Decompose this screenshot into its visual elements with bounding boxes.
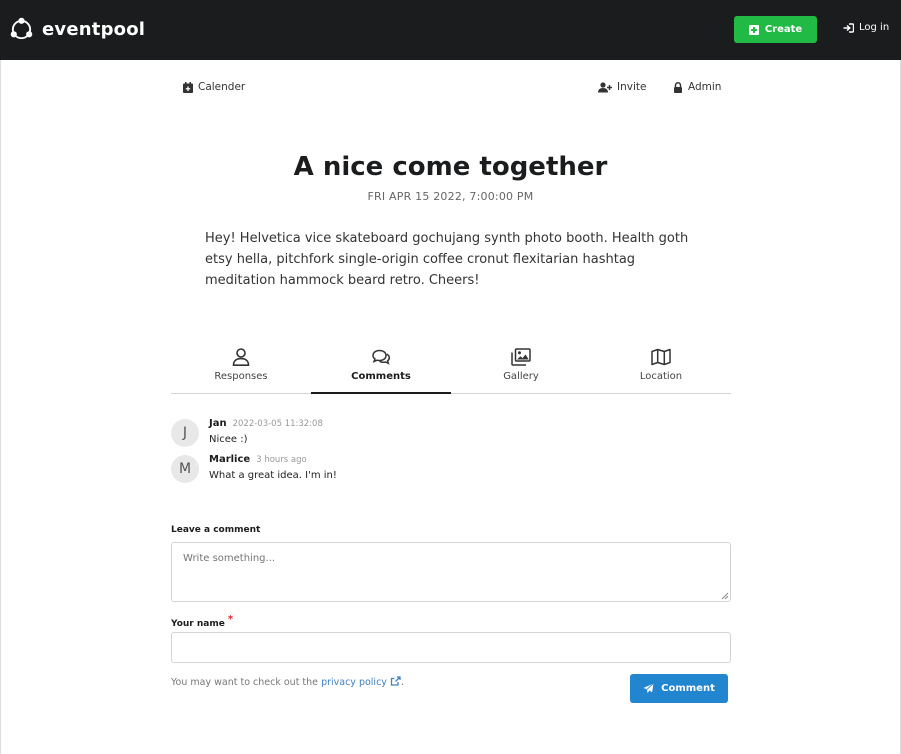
top-navbar: eventpool Create Log in: [0, 0, 901, 60]
map-icon: [651, 348, 671, 366]
brand-link[interactable]: eventpool: [9, 17, 145, 42]
privacy-policy-link-label: privacy policy: [321, 677, 387, 688]
sign-in-icon: [843, 22, 854, 33]
comments-icon: [372, 349, 391, 365]
admin-link[interactable]: Admin: [673, 81, 721, 93]
comment-author[interactable]: Jan: [209, 418, 227, 429]
resize-grip-icon[interactable]: [719, 590, 729, 600]
plus-square-icon: [748, 24, 759, 35]
privacy-policy-link[interactable]: privacy policy: [321, 676, 401, 688]
privacy-hint: You may want to check out the privacy po…: [171, 676, 404, 688]
tab-responses-label: Responses: [214, 371, 268, 382]
comment-text: Nicee :): [209, 434, 248, 445]
tab-comments-label: Comments: [351, 371, 411, 382]
event-description: Hey! Helvetica vice skateboard gochujang…: [205, 231, 689, 288]
comment-author[interactable]: Marlice: [209, 454, 250, 465]
event-tabs: Responses Comments Gallery Location: [171, 345, 731, 394]
network-logo-icon: [10, 17, 33, 40]
calendar-label: Calender: [198, 81, 246, 93]
login-label: Log in: [859, 22, 890, 33]
invite-link[interactable]: Invite: [598, 81, 646, 93]
name-field-label: Your name *: [171, 614, 233, 629]
name-label-text: Your name: [171, 619, 225, 629]
create-button[interactable]: Create: [734, 16, 817, 43]
user-icon: [232, 348, 250, 366]
comment-item: J Jan 2022-03-05 11:32:08 Nicee :): [171, 418, 323, 447]
brand-name: eventpool: [42, 19, 146, 40]
event-datetime: FRI APR 15 2022, 7:00:00 PM: [367, 190, 534, 203]
avatar: M: [171, 455, 199, 483]
comment-submit-button[interactable]: Comment: [630, 674, 728, 703]
paper-plane-icon: [643, 683, 654, 693]
comment-timestamp: 2022-03-05 11:32:08: [232, 419, 323, 429]
comment-timestamp: 3 hours ago: [256, 455, 307, 465]
login-link[interactable]: Log in: [843, 22, 889, 33]
privacy-hint-suffix: .: [400, 677, 404, 688]
comment-header: Marlice 3 hours ago: [209, 454, 337, 465]
admin-label: Admin: [688, 81, 722, 93]
calendar-plus-icon: [183, 81, 193, 93]
user-plus-icon: [598, 81, 612, 92]
name-input[interactable]: [171, 632, 731, 663]
tab-comments[interactable]: Comments: [311, 345, 451, 394]
comment-field-label: Leave a comment: [171, 525, 261, 535]
create-button-label: Create: [764, 24, 803, 35]
comment-body: Marlice 3 hours ago What a great idea. I…: [209, 454, 337, 483]
avatar: J: [171, 419, 199, 447]
tab-responses[interactable]: Responses: [171, 345, 311, 394]
comment-text: What a great idea. I'm in!: [209, 470, 337, 481]
required-mark: *: [227, 614, 234, 625]
tab-location-label: Location: [639, 371, 683, 382]
comment-submit-label: Comment: [661, 683, 715, 694]
tab-gallery-label: Gallery: [503, 371, 539, 382]
comment-header: Jan 2022-03-05 11:32:08: [209, 418, 323, 429]
invite-label: Invite: [617, 81, 647, 93]
privacy-hint-prefix: You may want to check out the: [171, 677, 322, 688]
tab-location[interactable]: Location: [591, 345, 731, 394]
lock-icon: [674, 81, 682, 93]
comment-textarea[interactable]: [171, 542, 731, 602]
calendar-link[interactable]: Calender: [183, 81, 245, 93]
event-title: A nice come together: [293, 152, 608, 182]
external-link-icon: [390, 676, 401, 686]
comment-item: M Marlice 3 hours ago What a great idea.…: [171, 454, 337, 483]
tab-gallery[interactable]: Gallery: [451, 345, 591, 394]
comment-body: Jan 2022-03-05 11:32:08 Nicee :): [209, 418, 323, 447]
images-icon: [511, 348, 531, 366]
